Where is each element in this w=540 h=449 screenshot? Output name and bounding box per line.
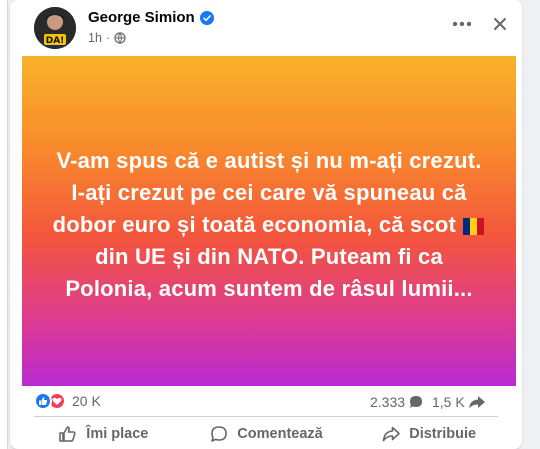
share-button[interactable]: Distribuie xyxy=(347,418,510,449)
comment-button[interactable]: Comentează xyxy=(185,418,348,449)
like-button-label: Îmi place xyxy=(86,425,149,442)
globe-icon xyxy=(114,32,126,44)
more-options-button[interactable] xyxy=(450,12,474,36)
left-panel-edge xyxy=(0,0,8,449)
post-header: DA! George Simion 1h · xyxy=(10,0,522,56)
post-timestamp[interactable]: 1h xyxy=(88,31,102,45)
more-dots-icon xyxy=(452,21,472,27)
share-arrow-icon xyxy=(468,396,485,409)
verified-badge-icon xyxy=(199,10,214,25)
reactions-summary[interactable]: 20 K xyxy=(34,392,101,410)
like-reaction-glyph xyxy=(39,397,48,405)
post-stats: 20 K 2.333 1,5 K xyxy=(10,388,522,416)
comment-button-label: Comentează xyxy=(237,425,323,442)
banner-text-part2: din UE și din NATO. Puteam fi ca Polonia… xyxy=(65,244,473,301)
reactions-count: 20 K xyxy=(72,393,101,409)
avatar-image: DA! xyxy=(34,7,76,49)
shares-count-link[interactable]: 1,5 K xyxy=(432,394,486,410)
thumbs-up-icon xyxy=(59,425,76,442)
like-reaction-icon xyxy=(34,392,52,410)
author-name[interactable]: George Simion xyxy=(88,9,195,26)
banner-text: V-am spus că e autist și nu m-ați crezut… xyxy=(49,145,489,305)
banner-text-part1: V-am spus că e autist și nu m-ați crezut… xyxy=(52,148,482,237)
author-line: George Simion xyxy=(88,9,214,26)
comment-icon xyxy=(211,425,228,442)
comments-count: 2.333 xyxy=(370,394,406,410)
post-actions-bar: Îmi place Comentează Distribuie xyxy=(22,418,510,449)
close-button[interactable] xyxy=(488,12,512,36)
comment-bubble-icon xyxy=(410,396,423,408)
shares-count: 1,5 K xyxy=(432,394,465,410)
avatar-badge-text: DA! xyxy=(46,36,65,46)
post-banner[interactable]: V-am spus că e autist și nu m-ați crezut… xyxy=(22,56,516,386)
comments-count-link[interactable]: 2.333 xyxy=(370,394,424,410)
post-card: DA! George Simion 1h · V-am spus că e au… xyxy=(10,0,522,449)
romania-flag-icon xyxy=(463,218,485,235)
share-icon xyxy=(382,426,401,441)
post-meta: 1h · xyxy=(88,31,126,45)
right-panel-edge xyxy=(524,0,540,449)
love-reaction-glyph xyxy=(52,397,62,405)
share-button-label: Distribuie xyxy=(409,425,477,442)
close-icon xyxy=(494,18,506,30)
actions-divider xyxy=(34,416,498,417)
like-button[interactable]: Îmi place xyxy=(22,418,185,449)
avatar[interactable]: DA! xyxy=(34,7,76,49)
meta-separator: · xyxy=(105,31,111,45)
